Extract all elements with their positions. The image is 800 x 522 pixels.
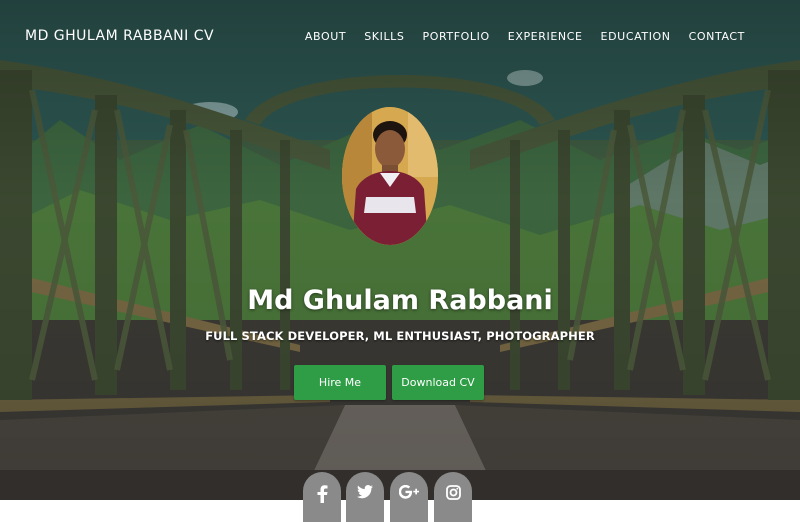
twitter-link[interactable] (346, 472, 384, 522)
facebook-icon (317, 485, 328, 503)
nav-item-contact[interactable]: CONTACT (689, 30, 745, 43)
google-plus-icon (399, 485, 419, 499)
instagram-link[interactable] (434, 472, 472, 522)
nav-item-skills[interactable]: SKILLS (364, 30, 404, 43)
main-nav: ABOUT SKILLS PORTFOLIO EXPERIENCE EDUCAT… (287, 30, 745, 43)
download-cv-button[interactable]: Download CV (392, 365, 484, 400)
profile-tagline: FULL STACK DEVELOPER, ML ENTHUSIAST, PHO… (205, 329, 595, 343)
instagram-icon (445, 485, 461, 500)
google-plus-link[interactable] (390, 472, 428, 522)
nav-item-about[interactable]: ABOUT (305, 30, 346, 43)
profile-name: Md Ghulam Rabbani (247, 285, 553, 316)
navbar: MD GHULAM RABBANI CV ABOUT SKILLS PORTFO… (0, 0, 800, 72)
hero-overlay (0, 0, 800, 500)
hero-section: MD GHULAM RABBANI CV ABOUT SKILLS PORTFO… (0, 0, 800, 500)
hire-me-button[interactable]: Hire Me (294, 365, 386, 400)
nav-item-portfolio[interactable]: PORTFOLIO (422, 30, 489, 43)
nav-item-education[interactable]: EDUCATION (601, 30, 671, 43)
facebook-link[interactable] (303, 472, 341, 522)
brand-logo-text[interactable]: MD GHULAM RABBANI CV (25, 28, 214, 44)
twitter-icon (357, 485, 373, 499)
profile-avatar (342, 107, 438, 245)
nav-item-experience[interactable]: EXPERIENCE (508, 30, 583, 43)
